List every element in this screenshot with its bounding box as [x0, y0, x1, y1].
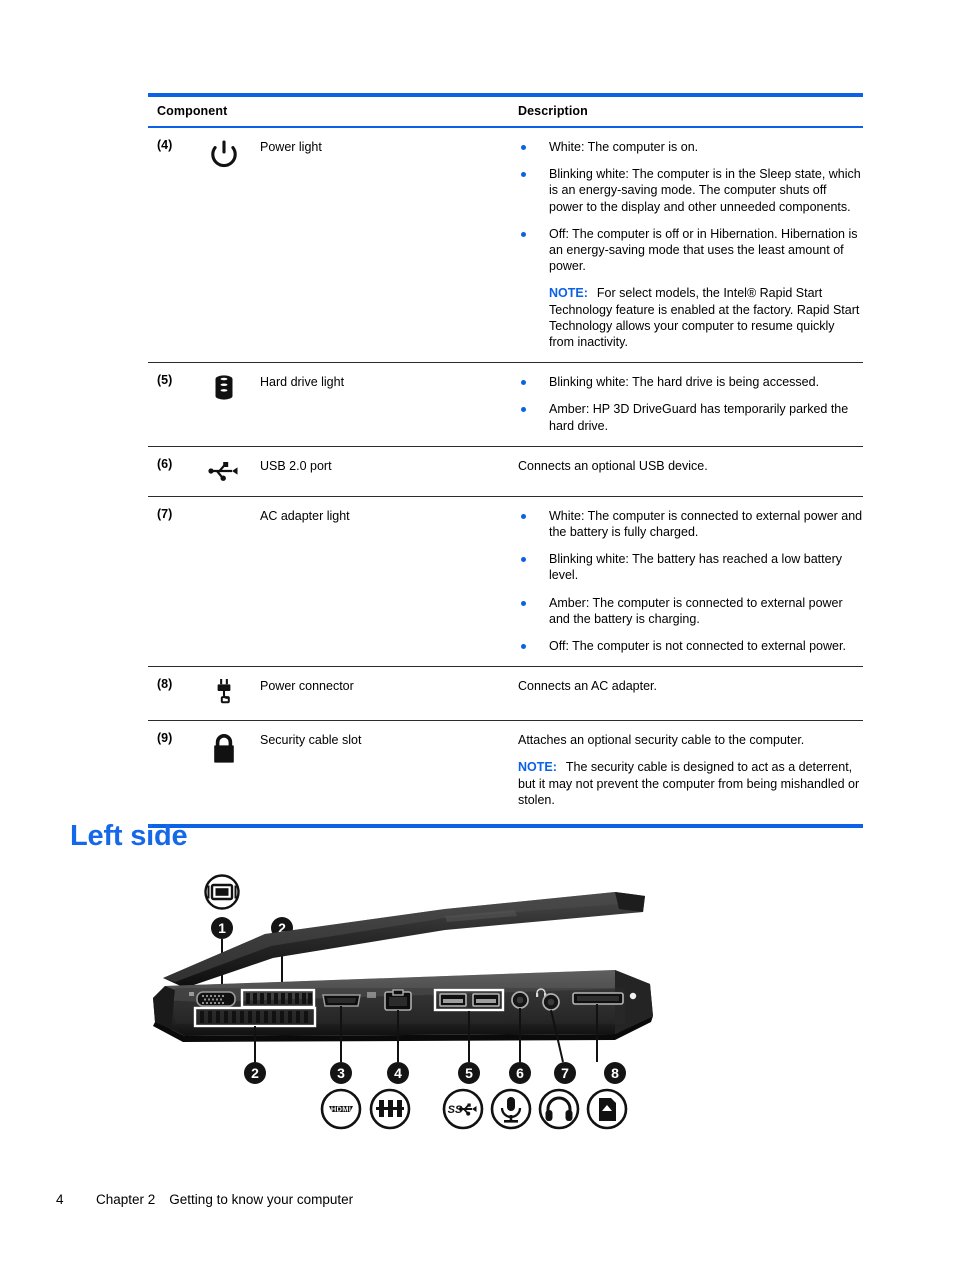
list-item: Amber: The computer is connected to exte…: [518, 595, 863, 627]
component-description: Blinking white: The hard drive is being …: [518, 373, 863, 434]
callout-5: 5: [458, 1062, 480, 1084]
rj45-network-icon: [369, 1088, 411, 1130]
hdmi-port: [322, 994, 361, 1007]
hdmi-icon: HDMI: [320, 1088, 362, 1130]
document-page: Component Description (4) Power light Wh…: [0, 0, 954, 1270]
list-item: Blinking white: The computer is in the S…: [518, 166, 863, 215]
table-row: (7) AC adapter light White: The computer…: [148, 497, 863, 668]
no-icon-placeholder: [188, 507, 260, 654]
headphone-jack: [542, 993, 560, 1011]
table-row: (5) Hard drive light Blinking white: The…: [148, 363, 863, 447]
callout-6: 6: [509, 1062, 531, 1084]
component-name: Hard drive light: [260, 375, 345, 390]
component-description: Connects an AC adapter.: [518, 679, 657, 694]
svg-text:2: 2: [251, 1065, 259, 1081]
page-title: Left side: [70, 820, 188, 852]
footer-chapter-title: Getting to know your computer: [169, 1192, 354, 1207]
note-label: NOTE:: [549, 286, 588, 301]
component-name: AC adapter light: [260, 508, 350, 523]
callout-2-bottom: 2: [244, 1062, 266, 1084]
lock-icon: [188, 731, 260, 808]
table-row: (4) Power light White: The computer is o…: [148, 128, 863, 364]
row-callout-number: (5): [157, 373, 173, 388]
page-number: 4: [56, 1192, 64, 1207]
power-icon: [188, 138, 260, 350]
usb-superspeed-icon: SS: [442, 1088, 484, 1130]
usb-icon: [188, 457, 260, 484]
list-item: Amber: HP 3D DriveGuard has temporarily …: [518, 401, 863, 433]
list-item: White: The computer is connected to exte…: [518, 508, 863, 540]
note-item: NOTE: For select models, the Intel® Rapid…: [518, 285, 863, 350]
component-name: Security cable slot: [260, 733, 362, 748]
left-side-laptop-diagram: 1 2 2 3 4 5 6 7 8 HDMI SS: [145, 866, 665, 1136]
note-item: NOTE: The security cable is designed to a…: [518, 759, 863, 808]
headphone-icon: [538, 1088, 580, 1130]
svg-text:HDMI: HDMI: [331, 1105, 351, 1114]
hard-drive-icon: [188, 373, 260, 434]
row-callout-number: (6): [157, 456, 173, 471]
svg-text:8: 8: [611, 1065, 619, 1081]
table-row: (8) Power connector Connects an AC adapt…: [148, 667, 863, 722]
table-row: (6) USB 2.0 port Connects an optional US…: [148, 447, 863, 497]
svg-text:1: 1: [218, 920, 226, 936]
list-item: Blinking white: The battery has reached …: [518, 551, 863, 583]
column-header-description: Description: [518, 104, 588, 118]
note-text: For select models, the Intel® Rapid Star…: [549, 286, 860, 350]
callout-7: 7: [554, 1062, 576, 1084]
svg-text:5: 5: [465, 1065, 473, 1081]
description-bullet-list: White: The computer is on. Blinking whit…: [518, 139, 863, 350]
note-text: The security cable is designed to act as…: [518, 760, 860, 807]
component-name: Power light: [260, 140, 322, 154]
callout-1: 1: [211, 917, 233, 939]
table-row: (9) Security cable slot Attaches an opti…: [148, 721, 863, 824]
description-bullet-list: White: The computer is connected to exte…: [518, 508, 863, 654]
power-connector-icon: [188, 677, 260, 708]
component-description: White: The computer is on. Blinking whit…: [518, 138, 863, 350]
list-item: Blinking white: The hard drive is being …: [518, 374, 863, 390]
table-header-row: Component Description: [148, 97, 863, 128]
callout-8: 8: [604, 1062, 626, 1084]
svg-text:3: 3: [337, 1065, 345, 1081]
list-item: Off: The computer is off or in Hibernati…: [518, 226, 863, 275]
row-callout-number: (9): [157, 731, 173, 746]
rj45-port: [384, 989, 412, 1011]
description-bullet-list: Blinking white: The hard drive is being …: [518, 374, 863, 434]
external-monitor-icon: [204, 874, 240, 910]
component-description: White: The computer is connected to exte…: [518, 507, 863, 654]
row-callout-number: (7): [157, 506, 173, 521]
svg-text:4: 4: [394, 1065, 402, 1081]
row-callout-number: (8): [157, 677, 173, 692]
component-description: Connects an optional USB device.: [518, 458, 708, 473]
svg-text:7: 7: [561, 1065, 569, 1081]
microphone-icon: [490, 1088, 532, 1130]
list-item: White: The computer is on.: [518, 139, 863, 155]
callout-3: 3: [330, 1062, 352, 1084]
component-description-table: Component Description (4) Power light Wh…: [148, 93, 863, 829]
memory-card-icon: [586, 1088, 628, 1130]
svg-text:6: 6: [516, 1065, 524, 1081]
note-label: NOTE:: [518, 760, 557, 775]
row-callout-number: (4): [157, 138, 173, 152]
component-name: Power connector: [260, 679, 354, 694]
page-footer: 4 Chapter 2 Getting to know your compute…: [56, 1192, 353, 1207]
component-name: USB 2.0 port: [260, 458, 332, 473]
microphone-jack: [511, 991, 529, 1009]
list-item: Off: The computer is not connected to ex…: [518, 638, 863, 654]
column-header-component: Component: [157, 104, 228, 118]
description-text: Attaches an optional security cable to t…: [518, 733, 805, 748]
callout-4: 4: [387, 1062, 409, 1084]
component-description: Attaches an optional security cable to t…: [518, 731, 863, 808]
footer-chapter: Chapter 2: [96, 1192, 156, 1207]
